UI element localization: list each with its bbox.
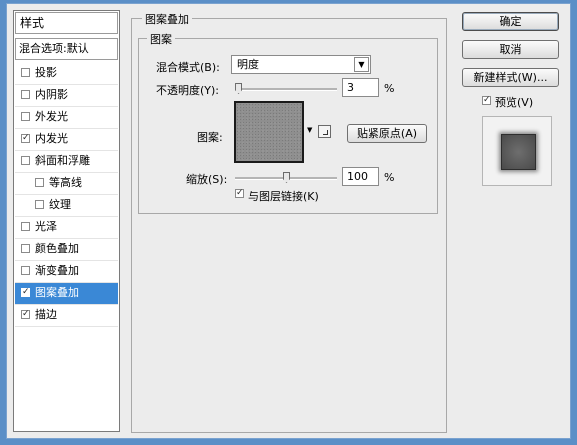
style-item-texture[interactable]: 纹理 <box>15 195 118 217</box>
link-with-layer-checkbox[interactable]: ✓ <box>235 189 244 198</box>
style-item-label: 颜色叠加 <box>35 242 79 255</box>
page-corner-glyph <box>323 130 328 135</box>
scale-slider-thumb[interactable] <box>283 172 290 183</box>
cancel-button[interactable]: 取消 <box>462 40 559 59</box>
style-item-inner-glow[interactable]: ✓ 内发光 <box>15 129 118 151</box>
style-item-checkbox[interactable] <box>21 156 30 165</box>
pattern-subgroup-title: 图案 <box>147 31 175 47</box>
pattern-subgroup: 图案 混合模式(B): 明度 ▼ 不透明度(Y): 3 % 图案: ▼ 贴紧原点… <box>138 31 438 214</box>
style-item-checkbox[interactable] <box>21 68 30 77</box>
opacity-slider-track[interactable] <box>235 88 337 91</box>
style-item-contour[interactable]: 等高线 <box>15 173 118 195</box>
style-item-checkbox[interactable] <box>21 112 30 121</box>
blend-mode-select[interactable]: 明度 ▼ <box>231 55 371 74</box>
style-item-label: 投影 <box>35 66 57 79</box>
opacity-input[interactable]: 3 <box>342 78 379 97</box>
style-item-label: 渐变叠加 <box>35 264 79 277</box>
style-item-checkbox[interactable] <box>21 244 30 253</box>
link-with-layer-label: 与图层链接(K) <box>248 190 319 203</box>
opacity-slider-thumb[interactable] <box>235 83 243 94</box>
ok-button[interactable]: 确定 <box>462 12 559 31</box>
style-item-label: 图案叠加 <box>35 286 79 299</box>
pattern-picker-chevron-icon[interactable]: ▼ <box>307 126 312 134</box>
style-item-outer-glow[interactable]: 外发光 <box>15 107 118 129</box>
style-item-label: 斜面和浮雕 <box>35 154 90 167</box>
style-item-stroke[interactable]: ✓ 描边 <box>15 305 118 327</box>
blend-mode-value: 明度 <box>237 58 259 71</box>
layer-style-window: 样式 混合选项:默认 投影 内阴影 外发光 ✓ 内发光 斜面和浮雕 等高线 纹理… <box>0 0 577 445</box>
scale-input[interactable]: 100 <box>342 167 379 186</box>
style-item-label: 外发光 <box>35 110 68 123</box>
style-item-checkbox[interactable] <box>35 178 44 187</box>
style-item-satin[interactable]: 光泽 <box>15 217 118 239</box>
preview-label: 预览(V) <box>495 96 534 109</box>
style-item-bevel-emboss[interactable]: 斜面和浮雕 <box>15 151 118 173</box>
style-item-label: 光泽 <box>35 220 57 233</box>
style-item-label: 描边 <box>35 308 57 321</box>
pattern-label: 图案: <box>197 131 223 144</box>
style-item-label: 等高线 <box>49 176 82 189</box>
chevron-down-icon[interactable]: ▼ <box>354 57 369 72</box>
style-item-checkbox[interactable]: ✓ <box>21 310 30 319</box>
pattern-overlay-title: 图案叠加 <box>142 11 192 27</box>
style-item-inner-shadow[interactable]: 内阴影 <box>15 85 118 107</box>
styles-list: 样式 混合选项:默认 投影 内阴影 外发光 ✓ 内发光 斜面和浮雕 等高线 纹理… <box>13 10 120 432</box>
blend-mode-label: 混合模式(B): <box>156 61 220 74</box>
pattern-swatch[interactable] <box>234 101 304 163</box>
pattern-overlay-group: 图案叠加 图案 混合模式(B): 明度 ▼ 不透明度(Y): 3 % 图案: ▼ <box>131 11 447 433</box>
opacity-label: 不透明度(Y): <box>156 84 220 97</box>
style-item-checkbox[interactable] <box>21 266 30 275</box>
style-item-label: 纹理 <box>49 198 71 211</box>
style-item-checkbox[interactable] <box>21 90 30 99</box>
scale-unit: % <box>384 171 395 184</box>
style-item-gradient-overlay[interactable]: 渐变叠加 <box>15 261 118 283</box>
page-corner-icon[interactable] <box>318 125 331 138</box>
snap-to-origin-button[interactable]: 贴紧原点(A) <box>347 124 427 143</box>
style-preview-swatch <box>501 134 536 170</box>
blend-options-item[interactable]: 混合选项:默认 <box>15 38 118 60</box>
style-item-drop-shadow[interactable]: 投影 <box>15 63 118 85</box>
style-item-label: 内发光 <box>35 132 68 145</box>
style-preview-thumbnail <box>482 116 552 186</box>
style-item-pattern-overlay[interactable]: ✓ 图案叠加 <box>15 283 118 305</box>
style-item-label: 内阴影 <box>35 88 68 101</box>
style-item-checkbox[interactable] <box>21 222 30 231</box>
dialog-client-area: 样式 混合选项:默认 投影 内阴影 外发光 ✓ 内发光 斜面和浮雕 等高线 纹理… <box>6 3 571 439</box>
opacity-unit: % <box>384 82 395 95</box>
style-item-checkbox[interactable] <box>35 200 44 209</box>
scale-label: 缩放(S): <box>186 173 228 186</box>
blend-options-label: 混合选项:默认 <box>19 42 89 55</box>
preview-checkbox[interactable]: ✓ <box>482 96 491 105</box>
new-style-button[interactable]: 新建样式(W)... <box>462 68 559 87</box>
styles-header[interactable]: 样式 <box>15 12 118 34</box>
style-item-checkbox[interactable]: ✓ <box>21 288 30 297</box>
style-item-color-overlay[interactable]: 颜色叠加 <box>15 239 118 261</box>
style-item-checkbox[interactable]: ✓ <box>21 134 30 143</box>
